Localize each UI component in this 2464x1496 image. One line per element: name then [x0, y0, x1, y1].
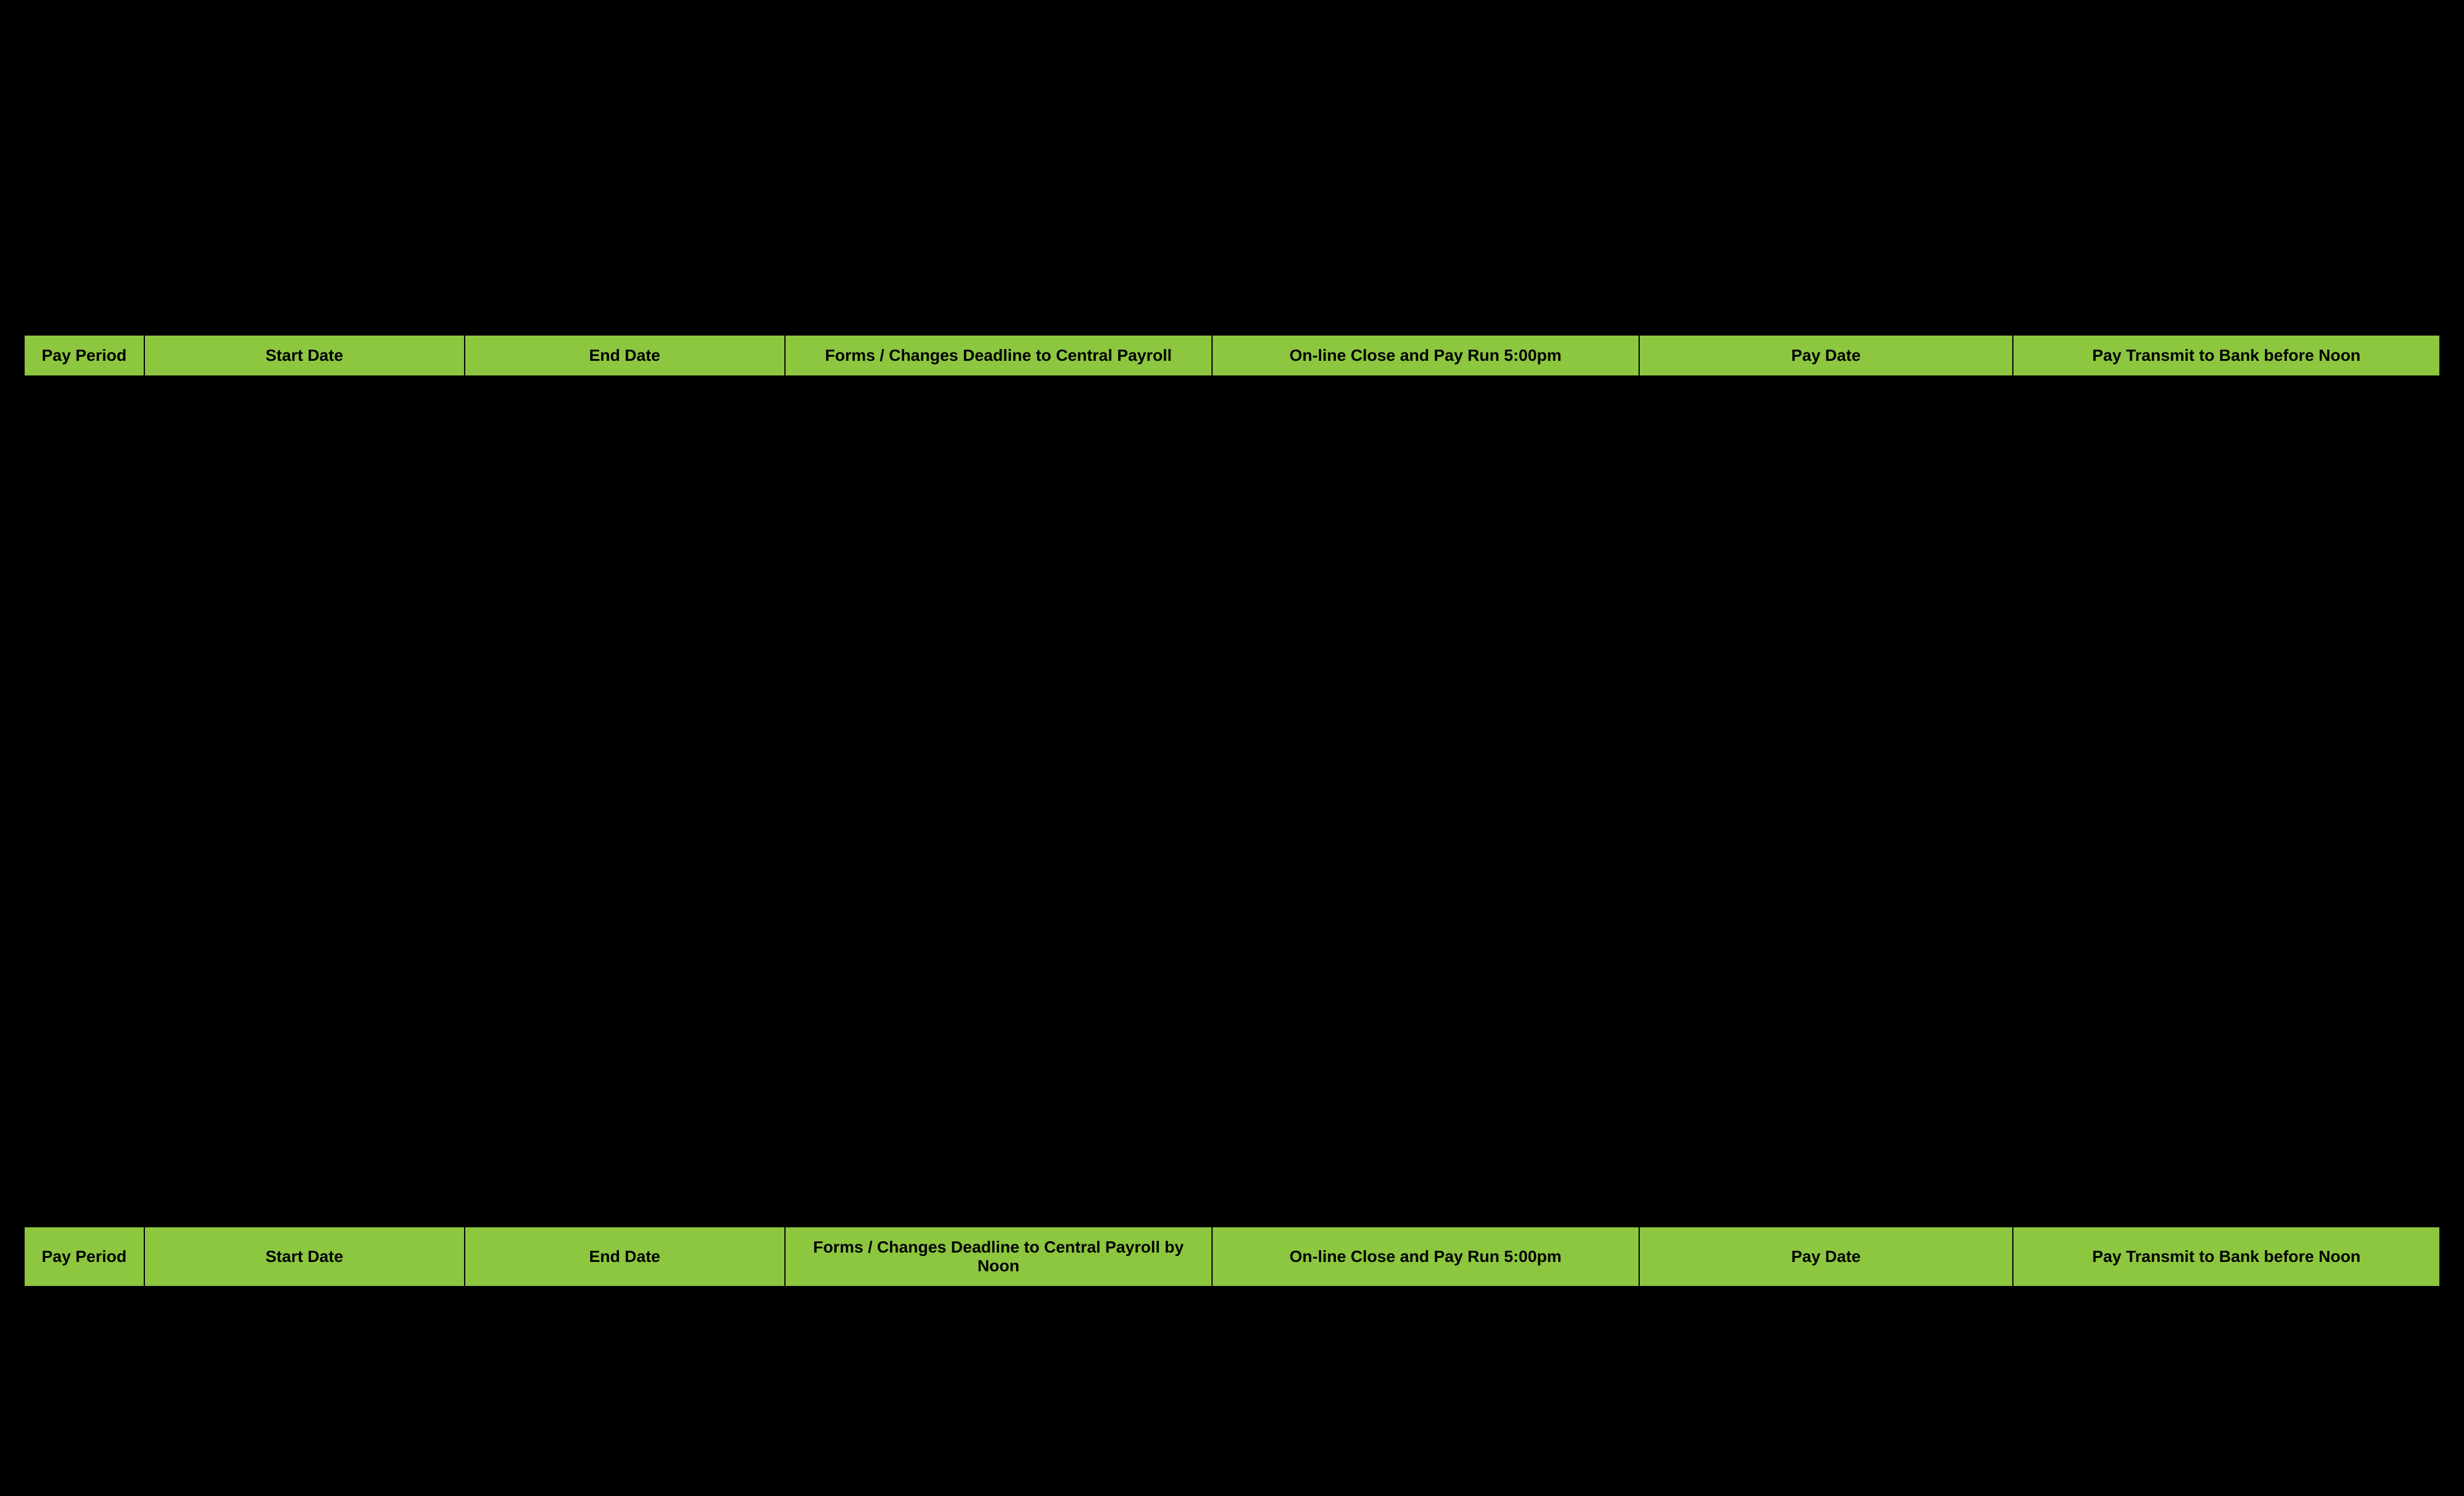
bottom-col-pay-period: Pay Period	[24, 1227, 144, 1287]
bottom-table-container: Pay Period Start Date End Date Forms / C…	[23, 1226, 2441, 1287]
bottom-col-pay-transmit: Pay Transmit to Bank before Noon	[2013, 1227, 2440, 1287]
top-col-pay-period: Pay Period	[24, 335, 144, 376]
bottom-col-forms-deadline: Forms / Changes Deadline to Central Payr…	[785, 1227, 1212, 1287]
top-col-pay-transmit: Pay Transmit to Bank before Noon	[2013, 335, 2440, 376]
top-col-pay-date: Pay Date	[1639, 335, 2013, 376]
bottom-col-start-date: Start Date	[144, 1227, 465, 1287]
top-col-forms-deadline: Forms / Changes Deadline to Central Payr…	[785, 335, 1212, 376]
bottom-col-end-date: End Date	[465, 1227, 785, 1287]
top-col-end-date: End Date	[465, 335, 785, 376]
top-col-start-date: Start Date	[144, 335, 465, 376]
bottom-col-online-close: On-line Close and Pay Run 5:00pm	[1212, 1227, 1639, 1287]
top-col-online-close: On-line Close and Pay Run 5:00pm	[1212, 335, 1639, 376]
top-payroll-table: Pay Period Start Date End Date Forms / C…	[23, 334, 2441, 377]
bottom-payroll-table: Pay Period Start Date End Date Forms / C…	[23, 1226, 2441, 1287]
bottom-col-pay-date: Pay Date	[1639, 1227, 2013, 1287]
top-table-container: Pay Period Start Date End Date Forms / C…	[23, 334, 2441, 377]
